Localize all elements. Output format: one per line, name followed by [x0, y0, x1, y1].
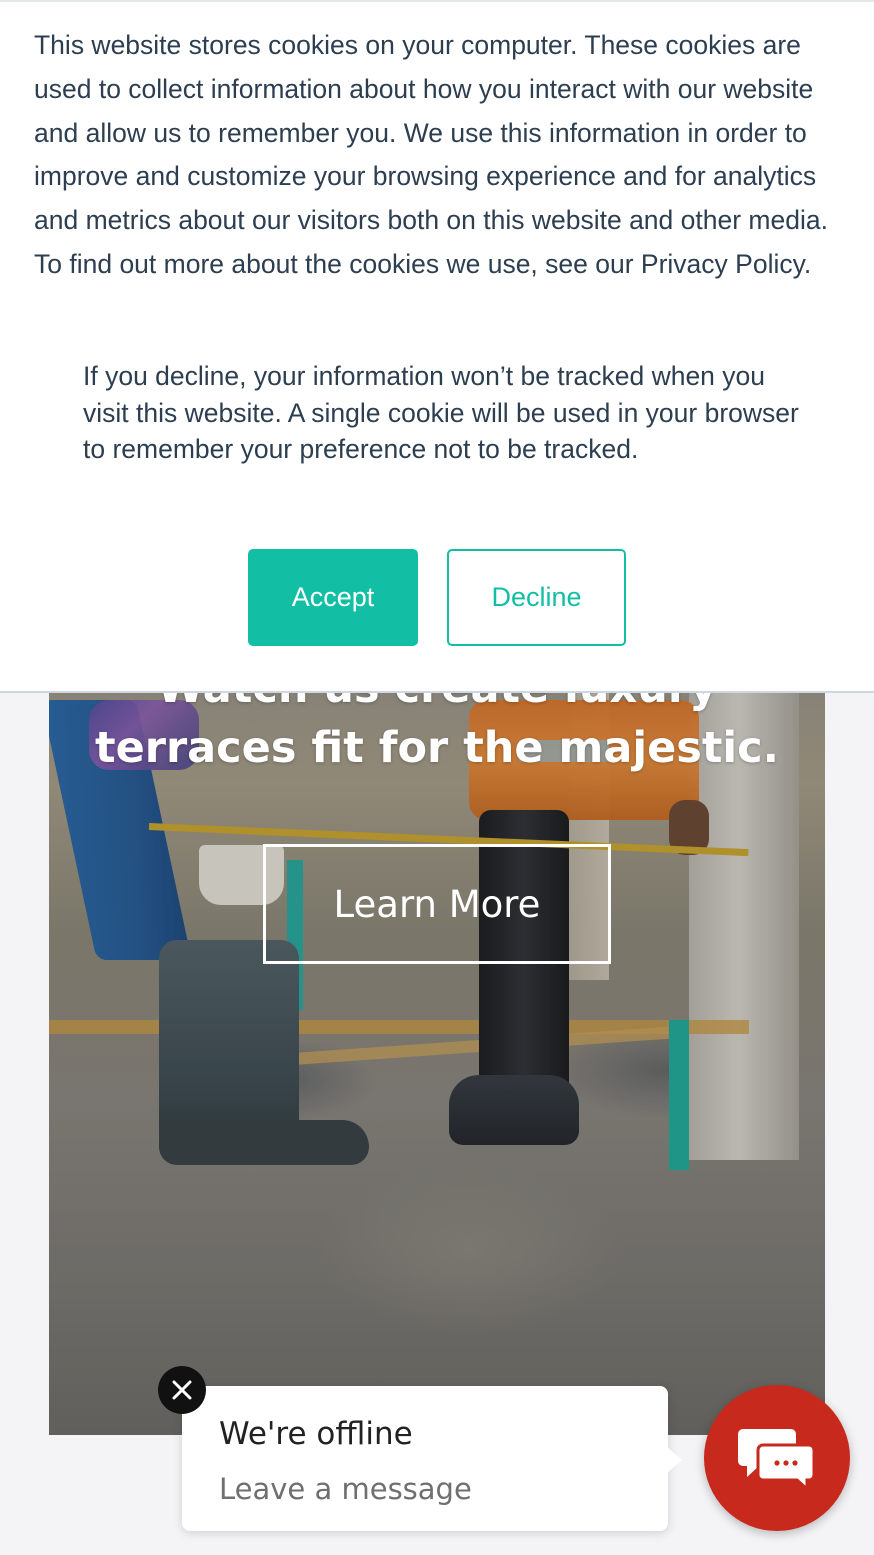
page: Watch us create luxury terraces fit for …	[0, 0, 874, 1555]
chat-bubbles-icon	[738, 1429, 816, 1491]
chat-launcher-button[interactable]	[704, 1385, 850, 1531]
learn-more-button[interactable]: Learn More	[263, 844, 611, 964]
chat-offline-bubble[interactable]: We're offline Leave a message	[182, 1386, 682, 1531]
chat-title: We're offline	[219, 1416, 413, 1452]
cookie-decline-note: If you decline, your information won’t b…	[83, 361, 799, 464]
chat-subtitle: Leave a message	[219, 1472, 472, 1506]
hero-card: Watch us create luxury terraces fit for …	[49, 600, 825, 1435]
decline-button[interactable]: Decline	[447, 549, 626, 646]
cookie-message: This website stores cookies on your comp…	[34, 30, 828, 279]
close-icon[interactable]	[158, 1366, 206, 1414]
accept-button[interactable]: Accept	[248, 549, 418, 646]
cookie-banner: This website stores cookies on your comp…	[0, 0, 874, 693]
